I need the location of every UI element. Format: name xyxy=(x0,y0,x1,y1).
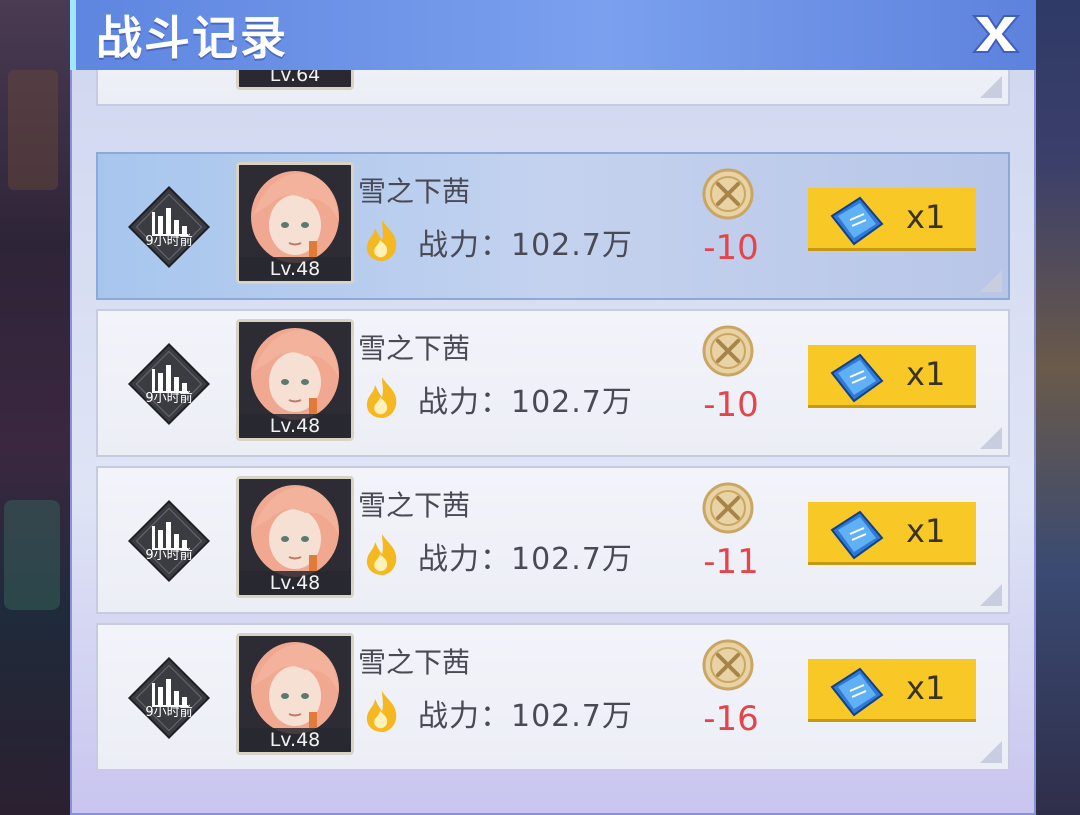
opponent-portrait[interactable]: Lv.48 xyxy=(236,633,354,755)
ticket-icon xyxy=(830,510,884,560)
row-corner-decoration xyxy=(980,270,1002,292)
ticket-icon xyxy=(830,353,884,403)
battle-record-panel: 战斗记录 Lv.64 9小时前 Lv.48 雪之下茜 战力：102.7万 -10… xyxy=(70,0,1036,815)
flame-icon xyxy=(366,220,397,261)
character-avatar xyxy=(239,322,351,420)
reward-button[interactable]: x1 xyxy=(808,502,976,562)
record-list[interactable]: Lv.64 9小时前 Lv.48 雪之下茜 战力：102.7万 -10 x1 9… xyxy=(96,70,1014,770)
character-avatar xyxy=(239,165,351,263)
level-label: Lv.48 xyxy=(239,728,351,752)
combat-power: 战力：102.7万 xyxy=(418,385,633,420)
record-row-partial[interactable]: Lv.64 xyxy=(96,70,1010,106)
flame-icon xyxy=(366,534,397,575)
row-corner-decoration xyxy=(980,741,1002,763)
reward-quantity: x1 xyxy=(906,669,946,707)
reward-quantity: x1 xyxy=(906,355,946,393)
combat-power: 战力：102.7万 xyxy=(418,699,633,734)
ticket-icon xyxy=(830,667,884,717)
character-avatar xyxy=(239,479,351,577)
time-label: 9小时前 xyxy=(145,705,193,720)
record-row[interactable]: 9小时前 Lv.48 雪之下茜 战力：102.7万 -16 x1 xyxy=(96,623,1010,770)
reward-button[interactable]: x1 xyxy=(808,188,976,248)
ticket-icon xyxy=(830,196,884,246)
combat-power: 战力：102.7万 xyxy=(418,228,633,263)
row-corner-decoration xyxy=(980,76,1002,98)
combat-power: 战力：102.7万 xyxy=(418,542,633,577)
crossed-swords-coin-icon xyxy=(702,639,754,691)
opponent-portrait[interactable]: Lv.48 xyxy=(236,162,354,284)
crossed-swords-coin-icon xyxy=(702,168,754,220)
close-button[interactable] xyxy=(966,6,1026,62)
character-avatar xyxy=(239,636,351,734)
record-row[interactable]: 9小时前 Lv.48 雪之下茜 战力：102.7万 -10 x1 xyxy=(96,309,1010,457)
opponent-portrait[interactable]: Lv.48 xyxy=(236,319,354,441)
close-icon xyxy=(971,15,1021,53)
score-change: -11 xyxy=(703,542,759,582)
reward-quantity: x1 xyxy=(906,512,946,550)
level-label: Lv.48 xyxy=(239,571,351,595)
opponent-portrait: Lv.64 xyxy=(236,70,354,90)
opponent-portrait[interactable]: Lv.48 xyxy=(236,476,354,598)
reward-button[interactable]: x1 xyxy=(808,659,976,719)
time-label: 9小时前 xyxy=(145,391,193,406)
opponent-name: 雪之下茜 xyxy=(358,332,471,365)
background-left xyxy=(0,0,70,815)
opponent-name: 雪之下茜 xyxy=(358,175,471,208)
panel-title: 战斗记录 xyxy=(96,11,288,65)
row-corner-decoration xyxy=(980,584,1002,606)
background-right xyxy=(1036,0,1080,815)
time-label: 9小时前 xyxy=(145,548,193,563)
flame-icon xyxy=(366,691,397,732)
row-corner-decoration xyxy=(980,427,1002,449)
level-label: Lv.48 xyxy=(239,414,351,438)
crossed-swords-coin-icon xyxy=(702,325,754,377)
level-label: Lv.64 xyxy=(239,70,351,87)
bar-chart-icon[interactable] xyxy=(124,182,214,272)
bar-chart-icon[interactable] xyxy=(124,496,214,586)
score-change: -16 xyxy=(703,699,759,739)
reward-button[interactable]: x1 xyxy=(808,345,976,405)
opponent-name: 雪之下茜 xyxy=(358,489,471,522)
score-change: -10 xyxy=(703,385,759,425)
opponent-name: 雪之下茜 xyxy=(358,646,471,679)
bar-chart-icon[interactable] xyxy=(124,339,214,429)
record-row[interactable]: 9小时前 Lv.48 雪之下茜 战力：102.7万 -11 x1 xyxy=(96,466,1010,614)
crossed-swords-coin-icon xyxy=(702,482,754,534)
title-bar: 战斗记录 xyxy=(70,0,1036,70)
time-label: 9小时前 xyxy=(145,234,193,249)
reward-quantity: x1 xyxy=(906,198,946,236)
flame-icon xyxy=(366,377,397,418)
level-label: Lv.48 xyxy=(239,257,351,281)
score-change: -10 xyxy=(703,228,759,268)
bar-chart-icon[interactable] xyxy=(124,653,214,743)
record-row[interactable]: 9小时前 Lv.48 雪之下茜 战力：102.7万 -10 x1 xyxy=(96,152,1010,300)
